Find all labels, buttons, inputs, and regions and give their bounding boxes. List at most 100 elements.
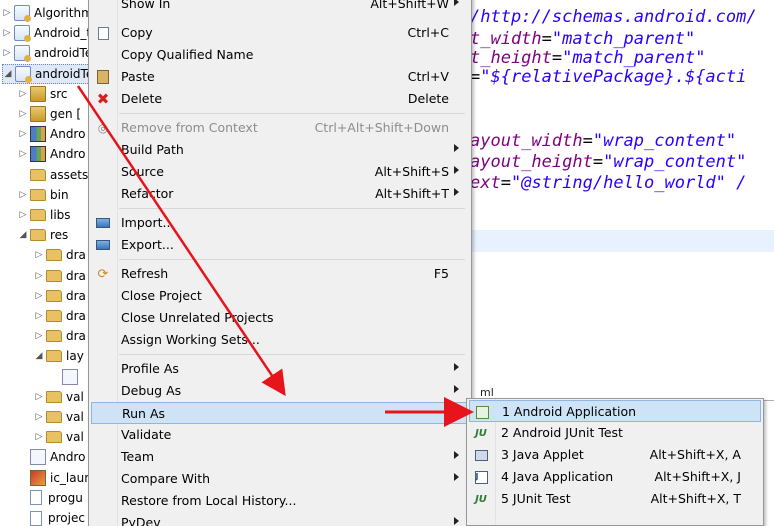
menu-item-source[interactable]: Source Alt+Shift+S xyxy=(91,161,469,183)
tree-expander[interactable]: ▷ xyxy=(18,89,28,99)
run-as-item-3-java-applet[interactable]: 3 Java Applet Alt+Shift+X, A xyxy=(469,444,761,466)
tree-item-label: src xyxy=(50,86,68,101)
menu-item-pydev[interactable]: PyDev xyxy=(91,512,469,526)
tree-expander[interactable]: ▷ xyxy=(18,149,28,159)
tree-item-label: dra xyxy=(66,288,86,303)
menu-item-compare-with[interactable]: Compare With xyxy=(91,468,469,490)
tree-item[interactable]: ▷ dra xyxy=(34,306,86,326)
tree-item[interactable]: ▷ dra xyxy=(34,286,86,306)
tree-item[interactable]: ▷ src xyxy=(18,84,68,104)
menu-item-team[interactable]: Team xyxy=(91,446,469,468)
project-icon xyxy=(15,65,32,83)
tree-expander[interactable]: ◢ xyxy=(34,351,44,361)
menu-item-refresh[interactable]: ⟳ Refresh F5 xyxy=(91,263,469,285)
tree-expander[interactable]: ▷ xyxy=(18,190,28,200)
tree-item[interactable]: ▷ dra xyxy=(34,326,86,346)
run-as-item-shortcut: Alt+Shift+X, J xyxy=(654,469,741,484)
tree-expander[interactable]: ▷ xyxy=(18,109,28,119)
run-as-item-5-junit-test[interactable]: JU 5 JUnit Test Alt+Shift+X, T xyxy=(469,488,761,510)
tree-item[interactable]: ▷ val xyxy=(34,387,84,407)
tree-expander[interactable]: ▷ xyxy=(34,291,44,301)
tree-item[interactable]: ◢ androidTe xyxy=(2,63,90,84)
tree-item-label: res xyxy=(50,228,69,243)
menu-item-label: Build Path xyxy=(121,142,184,157)
tree-expander[interactable]: ▷ xyxy=(34,331,44,341)
run-as-item-2-android-junit-test[interactable]: JU 2 Android JUnit Test xyxy=(469,422,761,444)
tree-item[interactable] xyxy=(50,367,82,387)
menu-item-paste[interactable]: Paste Ctrl+V xyxy=(91,66,469,88)
menu-item-delete[interactable]: ✖ Delete Delete xyxy=(91,88,469,110)
tree-expander[interactable]: ▷ xyxy=(2,48,12,58)
tree-expander[interactable]: ▷ xyxy=(34,311,44,321)
menu-item-shortcut: Ctrl+C xyxy=(407,25,449,40)
menu-item-copy[interactable]: Copy Ctrl+C xyxy=(91,22,469,44)
menu-item-close-project[interactable]: Close Project xyxy=(91,285,469,307)
tree-expander[interactable]: ▷ xyxy=(2,8,12,18)
tree-expander[interactable]: ▷ xyxy=(18,210,28,220)
tree-item[interactable]: ▷ dra xyxy=(34,266,86,286)
submenu-arrow-icon xyxy=(454,363,459,371)
menu-item-assign-working-sets[interactable]: Assign Working Sets... xyxy=(91,329,469,351)
tree-item[interactable]: ▷ val xyxy=(34,427,84,447)
tree-item[interactable]: Andro xyxy=(18,447,85,467)
xml-value: /http://schemas.android.com/ xyxy=(470,7,757,27)
xml-attribute: t_height xyxy=(470,48,552,68)
menu-item-build-path[interactable]: Build Path xyxy=(91,139,469,161)
folder-icon xyxy=(30,188,46,201)
menu-item-debug-as[interactable]: Debug As xyxy=(91,380,469,402)
xml-equals: = xyxy=(592,152,604,172)
tree-expander[interactable]: ▷ xyxy=(34,432,44,442)
xml-equals: = xyxy=(541,29,552,49)
tree-item-label: Android_t xyxy=(34,26,90,41)
tree-item[interactable]: assets xyxy=(18,165,88,185)
menu-item-restore-from-local-history[interactable]: Restore from Local History... xyxy=(91,490,469,512)
library-icon xyxy=(30,146,46,163)
tree-item[interactable]: ▷ androidTe xyxy=(2,43,90,63)
menu-item-profile-as[interactable]: Profile As xyxy=(91,358,469,380)
tree-item[interactable]: ▷ libs xyxy=(18,205,71,225)
java-application-icon: J xyxy=(473,469,489,485)
tree-expander[interactable]: ▷ xyxy=(34,392,44,402)
tree-item[interactable]: ▷ Andro xyxy=(18,124,85,144)
source-folder-icon xyxy=(30,106,46,122)
menu-item-export[interactable]: Export... xyxy=(91,234,469,256)
tree-expander[interactable]: ▷ xyxy=(18,129,28,139)
tree-expander[interactable]: ◢ xyxy=(3,69,13,79)
copy-icon xyxy=(95,25,111,41)
tree-item[interactable]: ▷ val xyxy=(34,407,84,427)
menu-item-validate[interactable]: Validate xyxy=(91,424,469,446)
tree-item[interactable]: ▷ bin xyxy=(18,185,69,205)
menu-item-run-as[interactable]: Run As xyxy=(91,402,469,424)
submenu-arrow-icon xyxy=(454,451,459,459)
run-as-item-1-android-application[interactable]: 1 Android Application xyxy=(469,400,761,422)
tree-expander[interactable]: ▷ xyxy=(2,28,12,38)
menu-item-refactor[interactable]: Refactor Alt+Shift+T xyxy=(91,183,469,205)
xml-attribute: ayout_height xyxy=(470,152,593,172)
tree-item[interactable]: ▷ Andro xyxy=(18,144,85,164)
menu-item-import[interactable]: Import... xyxy=(91,212,469,234)
tree-item[interactable]: ▷ Algorithm xyxy=(2,3,90,23)
tree-item[interactable]: ▷ Android_t xyxy=(2,23,90,43)
tree-expander[interactable]: ▷ xyxy=(34,271,44,281)
tree-item[interactable]: ic_laun xyxy=(18,468,90,488)
tree-expander[interactable]: ◢ xyxy=(18,230,28,240)
tree-item-label: dra xyxy=(66,248,86,263)
junit-icon: JU xyxy=(473,425,489,441)
tree-expander[interactable]: ▷ xyxy=(34,412,44,422)
run-as-item-4-java-application[interactable]: J 4 Java Application Alt+Shift+X, J xyxy=(469,466,761,488)
menu-item-copy-qualified-name[interactable]: Copy Qualified Name xyxy=(91,44,469,66)
menu-item-shortcut: Alt+Shift+W xyxy=(370,0,449,11)
menu-item-label: Refactor xyxy=(121,186,174,201)
tree-item[interactable]: ▷ dra xyxy=(34,245,86,265)
tree-item[interactable]: ▷ gen [ xyxy=(18,104,81,124)
menu-item-show-in[interactable]: Show In Alt+Shift+W xyxy=(91,0,469,15)
tree-expander[interactable]: ▷ xyxy=(34,250,44,260)
tree-item[interactable]: progu xyxy=(18,488,83,508)
tree-item[interactable]: ◢ res xyxy=(18,225,69,245)
tree-item[interactable]: ◢ lay xyxy=(34,346,84,366)
menu-item-label: Source xyxy=(121,164,164,179)
menu-item-label: Copy xyxy=(121,25,153,40)
export-icon xyxy=(95,237,111,253)
menu-item-close-unrelated-projects[interactable]: Close Unrelated Projects xyxy=(91,307,469,329)
tree-item[interactable]: projec xyxy=(18,508,85,526)
